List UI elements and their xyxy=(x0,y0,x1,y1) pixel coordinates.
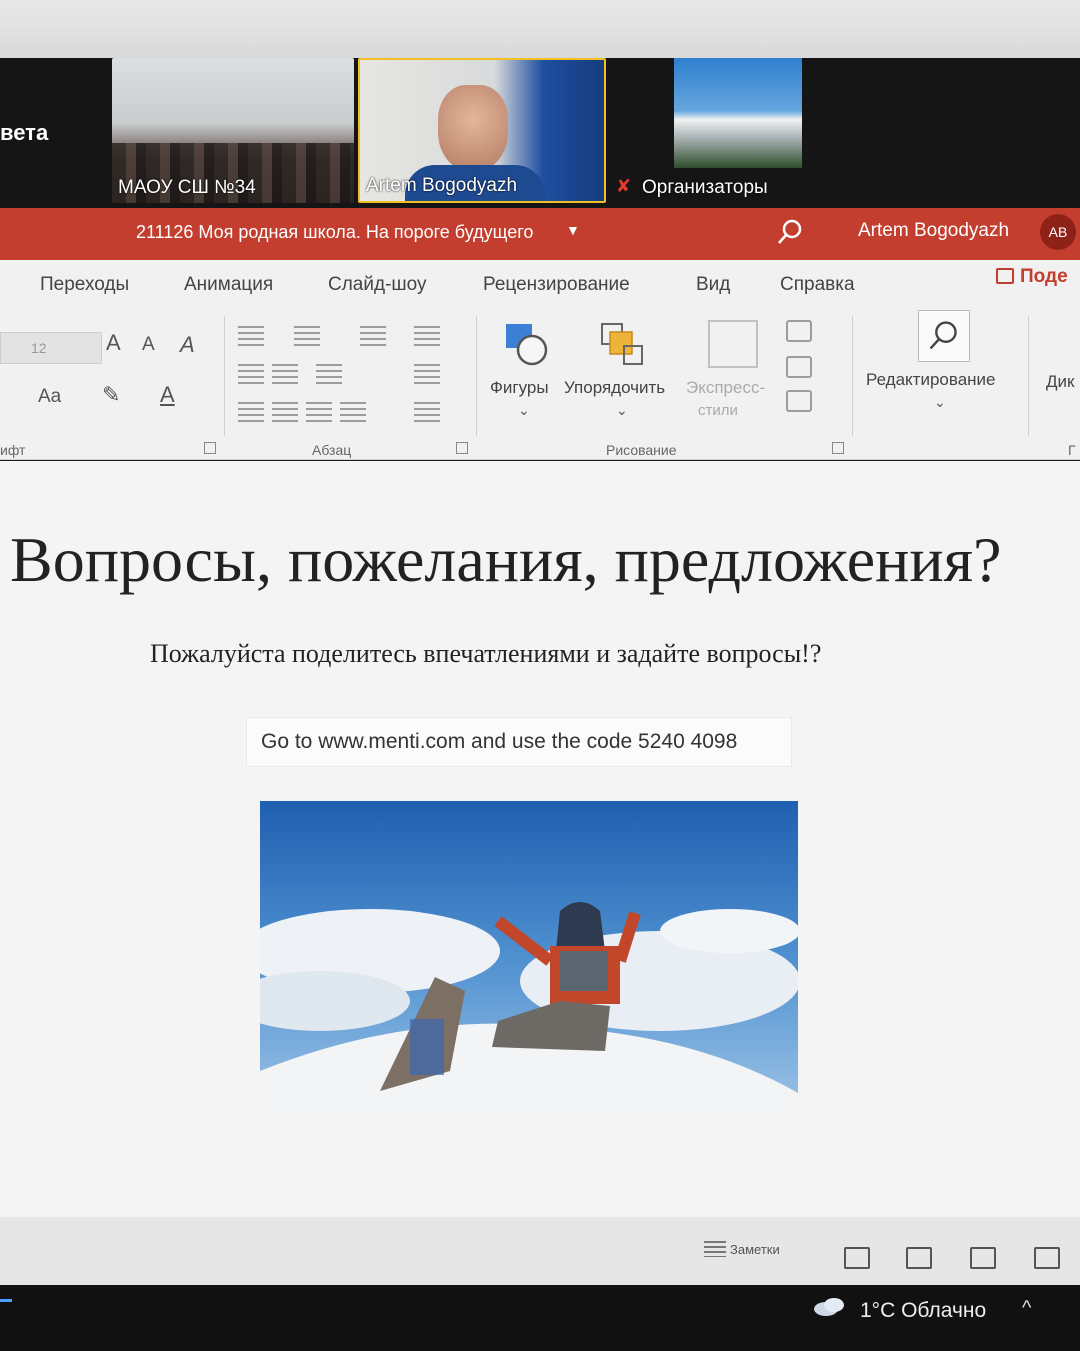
arrange-button[interactable]: Упорядочить xyxy=(564,378,665,398)
drawing-dialog-launcher-icon[interactable] xyxy=(832,442,844,454)
slide-subtitle[interactable]: Пожалуйста поделитесь впечатлениями и за… xyxy=(150,639,821,669)
shapes-icon[interactable] xyxy=(502,320,550,368)
paragraph-group-label: Абзац xyxy=(312,442,352,458)
chevron-up-icon[interactable]: ^ xyxy=(1022,1297,1031,1320)
increase-font-icon[interactable]: A xyxy=(106,330,121,356)
account-name[interactable]: Artem Bogodyazh xyxy=(858,220,1009,242)
windows-taskbar: 1°C Облачно ^ xyxy=(0,1285,1080,1351)
font-color-icon[interactable]: A xyxy=(160,382,175,408)
menti-code-box[interactable]: Go to www.menti.com and use the code 524… xyxy=(246,717,792,767)
share-icon xyxy=(996,268,1014,284)
slideshow-icon[interactable] xyxy=(1034,1247,1060,1269)
paragraph-dialog-launcher-icon[interactable] xyxy=(456,442,468,454)
participant-name: МАОУ СШ №34 xyxy=(118,177,256,198)
shape-effects-icon[interactable] xyxy=(786,390,812,412)
quick-styles-icon[interactable] xyxy=(708,320,758,368)
status-bar: Заметки xyxy=(0,1217,1080,1285)
video-conference-bar: вета МАОУ СШ №34 Artem Bogodyazh ✘ Орган… xyxy=(0,58,1080,208)
participant-tile-speaker[interactable]: Artem Bogodyazh xyxy=(358,58,606,203)
align-text-icon[interactable] xyxy=(414,364,440,386)
smartart-icon[interactable] xyxy=(414,402,440,424)
side-panel-title: вета xyxy=(0,120,49,145)
tab-transitions[interactable]: Переходы xyxy=(40,274,129,296)
decrease-font-icon[interactable]: A xyxy=(142,334,155,356)
mic-muted-icon: ✘ xyxy=(616,176,632,196)
drawing-group-label: Рисование xyxy=(606,442,677,458)
quick-styles-label-line2[interactable]: стили xyxy=(698,402,738,419)
document-title[interactable]: 211126 Моя родная школа. На пороге будущ… xyxy=(136,222,533,243)
notes-icon xyxy=(704,1241,726,1257)
participant-name: Artem Bogodyazh xyxy=(366,175,518,196)
editing-button[interactable]: Редактирование xyxy=(866,370,996,390)
ribbon-tabs: Переходы Анимация Слайд-шоу Рецензирован… xyxy=(0,274,1080,302)
chevron-down-icon[interactable]: ⌄ xyxy=(518,402,530,419)
notes-button[interactable]: Заметки xyxy=(704,1241,780,1257)
clear-formatting-icon[interactable]: A xyxy=(180,332,195,358)
participant-tile-school[interactable]: МАОУ СШ №34 xyxy=(112,58,354,203)
align-center-icon[interactable] xyxy=(272,402,298,424)
font-size-value: 12 xyxy=(31,340,47,356)
shape-fill-icon[interactable] xyxy=(786,320,812,342)
voice-group-label: Г xyxy=(1068,442,1076,458)
tab-view[interactable]: Вид xyxy=(696,274,730,296)
quick-styles-label-line1[interactable]: Экспресс- xyxy=(686,378,765,398)
columns-icon[interactable] xyxy=(316,364,342,386)
slide-canvas[interactable]: Вопросы, пожелания, предложения? Пожалуй… xyxy=(0,461,1080,1217)
dictate-button[interactable]: Дик xyxy=(1046,372,1074,392)
summit-photo[interactable] xyxy=(260,801,798,1113)
participant-tile-organizers[interactable]: ✘ Организаторы xyxy=(612,58,804,203)
search-icon[interactable] xyxy=(776,218,804,246)
increase-indent-icon[interactable] xyxy=(272,364,298,386)
arrange-icon[interactable] xyxy=(598,320,646,368)
justify-icon[interactable] xyxy=(340,402,366,424)
bullets-icon[interactable] xyxy=(238,326,264,348)
mountain-avatar-image xyxy=(674,58,802,168)
reading-view-icon[interactable] xyxy=(970,1247,996,1269)
tab-animations[interactable]: Анимация xyxy=(184,274,273,296)
share-label: Поде xyxy=(1020,266,1068,287)
menti-code-text: Go to www.menti.com and use the code 524… xyxy=(261,730,738,753)
chevron-down-icon[interactable]: ⌄ xyxy=(616,402,628,419)
shape-outline-icon[interactable] xyxy=(786,356,812,378)
app-title-bar: 211126 Моя родная школа. На пороге будущ… xyxy=(0,208,1080,260)
avatar[interactable]: AB xyxy=(1040,214,1076,250)
font-size-input[interactable]: 12 xyxy=(0,332,102,364)
group-divider xyxy=(1028,316,1029,436)
decrease-indent-icon[interactable] xyxy=(238,364,264,386)
align-right-icon[interactable] xyxy=(306,402,332,424)
slide-sorter-icon[interactable] xyxy=(906,1247,932,1269)
line-spacing-icon[interactable] xyxy=(360,326,386,348)
shapes-button[interactable]: Фигуры xyxy=(490,378,549,398)
share-button[interactable]: Поде xyxy=(996,266,1068,288)
screen-top-strip xyxy=(0,0,1080,58)
tab-help[interactable]: Справка xyxy=(780,274,855,296)
group-divider xyxy=(476,316,477,436)
align-left-icon[interactable] xyxy=(238,402,264,424)
tab-review[interactable]: Рецензирование xyxy=(483,274,630,296)
participant-name: Организаторы xyxy=(642,177,768,198)
notes-label: Заметки xyxy=(730,1242,780,1257)
slide-title[interactable]: Вопросы, пожелания, предложения? xyxy=(10,523,1002,597)
ribbon: Переходы Анимация Слайд-шоу Рецензирован… xyxy=(0,260,1080,460)
text-direction-icon[interactable] xyxy=(414,326,440,348)
group-divider xyxy=(852,316,853,436)
tab-slideshow[interactable]: Слайд-шоу xyxy=(328,274,427,296)
find-icon[interactable] xyxy=(918,310,970,362)
cloud-icon[interactable] xyxy=(812,1297,846,1317)
taskbar-indicator xyxy=(0,1299,12,1302)
numbering-icon[interactable] xyxy=(294,326,320,348)
highlight-icon[interactable]: ✎ xyxy=(102,382,120,408)
font-group-label: ифт xyxy=(0,442,26,458)
weather-text[interactable]: 1°C Облачно xyxy=(860,1299,986,1323)
speaker-video-face xyxy=(438,85,508,171)
chevron-down-icon[interactable]: ⌄ xyxy=(934,394,946,411)
group-divider xyxy=(224,316,225,436)
font-dialog-launcher-icon[interactable] xyxy=(204,442,216,454)
change-case-icon[interactable]: Aa xyxy=(38,386,61,408)
chevron-down-icon[interactable]: ▼ xyxy=(566,222,580,238)
normal-view-icon[interactable] xyxy=(844,1247,870,1269)
